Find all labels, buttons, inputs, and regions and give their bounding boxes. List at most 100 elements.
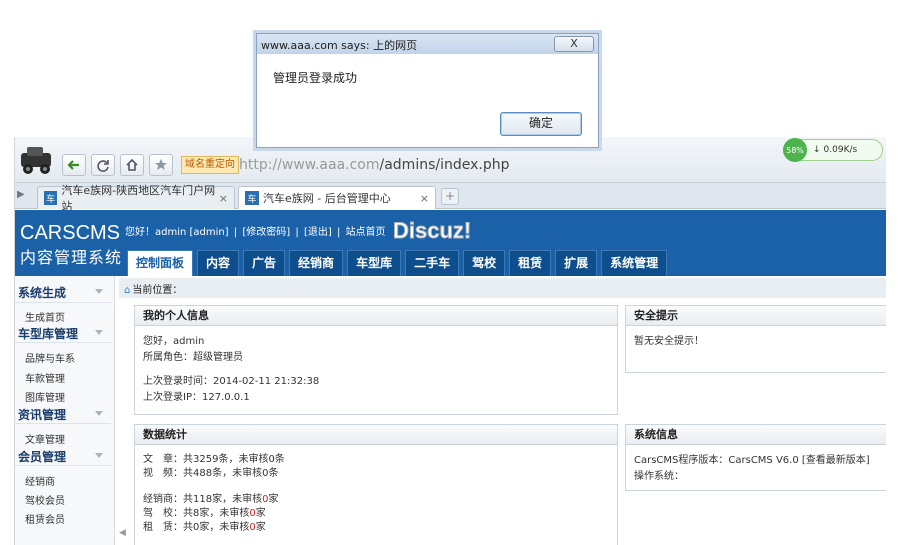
back-arrow-icon	[67, 160, 79, 170]
menu-dealers[interactable]: 经销商	[289, 250, 344, 276]
chevron-down-icon[interactable]	[95, 453, 103, 458]
divider	[15, 423, 111, 424]
change-password-link[interactable]: [修改密码]	[242, 227, 290, 238]
favorite-button[interactable]	[149, 154, 173, 176]
chevron-down-icon[interactable]	[95, 289, 103, 294]
stats-panel: 数据统计 文 章：共3259条，未审核0条 视 频：共488条，未审核0条 经销…	[134, 424, 618, 545]
security-text: 暂无安全提示！	[634, 336, 704, 347]
greeting-text: 您好！admin [admin]	[125, 227, 229, 238]
sidebar-item-school-members[interactable]: 驾校会员	[25, 492, 65, 507]
chevron-down-icon[interactable]	[95, 330, 103, 335]
alert-dialog: www.aaa.com says: 上的网页 X 管理员登录成功 确定	[256, 33, 599, 148]
stat-videos: 视 频：共488条，未审核0条	[143, 468, 279, 479]
menu-dashboard[interactable]: 控制面板	[127, 250, 194, 276]
redirect-tag[interactable]: 域名重定向	[181, 156, 239, 174]
speed-rate: 0.09K/s	[823, 145, 858, 155]
sidebar-item-generate-home[interactable]: 生成首页	[25, 309, 65, 324]
tab-site-home[interactable]: 车 汽车e族网-陕西地区汽车门户网站 ×	[37, 184, 235, 213]
tab-bar: ▶ 车 汽车e族网-陕西地区汽车门户网站 × 车 汽车e族网 - 后台管理中心 …	[15, 183, 886, 213]
menu-driving-school[interactable]: 驾校	[463, 250, 506, 276]
refresh-button[interactable]	[91, 154, 115, 176]
menu-extensions[interactable]: 扩展	[555, 250, 598, 276]
stat-rentals: 租 赁：共0家，未审核0家	[143, 522, 266, 533]
sidebar-item-dealers[interactable]: 经销商	[25, 473, 55, 488]
divider	[15, 465, 111, 466]
logout-link[interactable]: [退出]	[304, 227, 332, 238]
sidebar-item-brands[interactable]: 品牌与车系	[25, 350, 75, 365]
dialog-close-button[interactable]: X	[554, 36, 594, 52]
stat-dealers: 经销商：共118家，未审核0家	[143, 494, 279, 505]
sidebar-item-articles[interactable]: 文章管理	[25, 431, 65, 446]
menu-content[interactable]: 内容	[197, 250, 240, 276]
address-path: /admins/index.php	[379, 157, 510, 173]
site-home-link[interactable]: 站点首页	[346, 227, 386, 238]
site-favicon-icon: 车	[44, 191, 58, 205]
network-speed-widget[interactable]: 58% ↓ 0.09K/s	[783, 138, 883, 162]
divider	[15, 342, 111, 343]
sysinfo-os: 操作系统：	[634, 471, 684, 482]
address-bar[interactable]: http://www.aaa.com/admins/index.php	[239, 156, 510, 174]
profile-last-login-time: 上次登录时间：2014-02-11 21:32:38	[143, 376, 320, 387]
home-icon	[126, 158, 138, 171]
home-icon[interactable]: ⌂	[124, 285, 130, 296]
address-domain: http://www.aaa.com	[239, 157, 380, 173]
panel-body: CarsCMS程序版本：CarsCMS V6.0 [查看最新版本] 操作系统：	[626, 445, 886, 493]
menu-used-cars[interactable]: 二手车	[405, 250, 460, 276]
refresh-icon	[97, 160, 109, 172]
tab-list-icon[interactable]: ▶	[17, 189, 25, 200]
sidebar-group-members[interactable]: 会员管理	[18, 448, 66, 465]
breadcrumb-label: 当前位置：	[132, 285, 183, 296]
panel-title: 我的个人信息	[135, 306, 617, 326]
breadcrumb: ⌂ 当前位置：	[124, 281, 182, 296]
chevron-down-icon[interactable]	[95, 411, 103, 416]
security-panel: 安全提示 暂无安全提示！	[625, 305, 886, 373]
site-favicon-icon: 车	[245, 191, 259, 205]
user-greeting: 您好！admin [admin] | [修改密码] | [退出] | 站点首页	[125, 227, 386, 238]
tab-admin-center[interactable]: 车 汽车e族网 - 后台管理中心 ×	[238, 186, 436, 209]
sidebar-group-car-models[interactable]: 车型库管理	[18, 325, 78, 342]
divider	[15, 302, 111, 303]
profile-role: 所属角色：超级管理员	[143, 352, 243, 363]
brand-logo-cn: 内容管理系统	[20, 248, 123, 267]
tab-close-icon[interactable]: ×	[420, 192, 429, 205]
main-menu: 控制面板 内容 广告 经销商 车型库 二手车 驾校 租赁 扩展 系统管理	[127, 250, 668, 276]
menu-system[interactable]: 系统管理	[601, 250, 668, 276]
sidebar-item-rental-members[interactable]: 租赁会员	[25, 511, 65, 526]
stat-schools: 驾 校：共8家，未审核0家	[143, 508, 266, 519]
dialog-title: www.aaa.com says: 上的网页	[261, 39, 418, 52]
speed-percent: 58%	[783, 138, 807, 162]
sidebar-item-car-styles[interactable]: 车款管理	[25, 370, 65, 385]
screen: 域名重定向 http://www.aaa.com/admins/index.ph…	[0, 0, 900, 545]
discuz-watermark: Discuz!	[392, 218, 472, 244]
sidebar-group-news[interactable]: 资讯管理	[18, 406, 66, 423]
download-arrow-icon: ↓	[813, 145, 821, 155]
scroll-left-icon[interactable]: ◀	[119, 528, 126, 538]
new-tab-button[interactable]: +	[441, 188, 459, 205]
sidebar-group-system[interactable]: 系统生成	[18, 284, 66, 301]
menu-car-models[interactable]: 车型库	[347, 250, 402, 276]
sidebar-item-gallery[interactable]: 图库管理	[25, 389, 65, 404]
dialog-titlebar: www.aaa.com says: 上的网页 X	[257, 34, 598, 54]
back-button[interactable]	[62, 154, 86, 176]
home-button[interactable]	[120, 154, 144, 176]
profile-panel: 我的个人信息 您好，admin 所属角色：超级管理员 上次登录时间：2014-0…	[134, 305, 618, 415]
panel-body: 文 章：共3259条，未审核0条 视 频：共488条，未审核0条 经销商：共11…	[135, 445, 617, 543]
menu-rental[interactable]: 租赁	[509, 250, 552, 276]
profile-hello: 您好，admin	[143, 336, 205, 347]
sidebar: 系统生成 生成首页 车型库管理 品牌与车系 车款管理 图库管理 资讯管理 文章管…	[15, 276, 115, 545]
stat-articles: 文 章：共3259条，未审核0条	[143, 454, 285, 465]
panel-title: 数据统计	[135, 425, 617, 445]
breadcrumb-bar: ⌂ 当前位置：	[119, 278, 886, 298]
panel-title: 安全提示	[626, 306, 886, 326]
tab-close-icon[interactable]: ×	[219, 192, 228, 205]
dialog-message: 管理员登录成功	[273, 71, 358, 85]
panel-title: 系统信息	[626, 425, 886, 445]
ok-button[interactable]: 确定	[500, 112, 582, 136]
star-icon	[155, 159, 167, 170]
sysinfo-version: CarsCMS程序版本：CarsCMS V6.0 [查看最新版本]	[634, 455, 870, 466]
browser-window: 域名重定向 http://www.aaa.com/admins/index.ph…	[14, 137, 886, 545]
car-logo-icon	[21, 147, 51, 174]
panel-body: 您好，admin 所属角色：超级管理员 上次登录时间：2014-02-11 21…	[135, 326, 617, 414]
menu-ads[interactable]: 广告	[243, 250, 286, 276]
profile-last-login-ip: 上次登录IP：127.0.0.1	[143, 392, 250, 403]
